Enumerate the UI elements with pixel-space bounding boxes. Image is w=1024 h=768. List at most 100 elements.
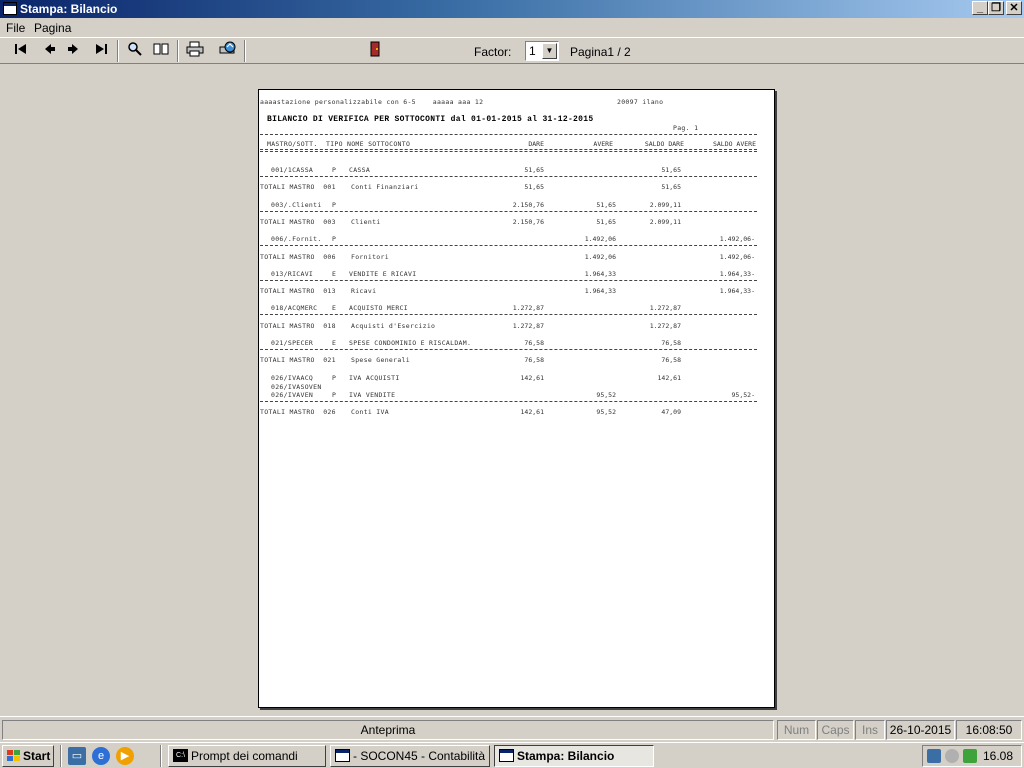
- row-saldo-avere: 95,52-: [731, 390, 755, 399]
- rule: [260, 314, 757, 316]
- row-type: P: [332, 200, 337, 209]
- internet-explorer-icon[interactable]: e: [92, 747, 110, 765]
- first-page-icon[interactable]: [10, 41, 32, 61]
- rule: [260, 400, 757, 402]
- toolbar-separator: [177, 40, 179, 62]
- task-prompt[interactable]: C:\ Prompt dei comandi: [168, 745, 326, 767]
- close-button[interactable]: ✕: [1006, 1, 1022, 15]
- row-code: TOTALI MASTRO 026: [260, 407, 336, 416]
- factor-value: 1: [529, 44, 536, 58]
- start-button[interactable]: Start: [2, 745, 54, 767]
- row-saldo-dare: 51,65: [661, 183, 681, 192]
- row-avere: 1.964,33: [584, 287, 616, 296]
- row-saldo-dare: 2.099,11: [649, 217, 681, 226]
- row-dare: 142,61: [520, 407, 544, 416]
- taskbar-separator: [60, 745, 62, 767]
- row-name: Conti Finanziari: [351, 183, 419, 192]
- report-header-company: aaaastazione personalizzabile con 6-5 aa…: [260, 98, 484, 106]
- media-player-icon[interactable]: ▶: [116, 747, 134, 765]
- task-label: Stampa: Bilancio: [517, 749, 615, 763]
- row-saldo-avere: 1.964,33-: [719, 287, 755, 296]
- row-saldo-dare: 142,61: [657, 373, 681, 382]
- row-dare: 142,61: [520, 373, 544, 382]
- page-indicator: Pagina1 / 2: [570, 45, 631, 59]
- network-icon[interactable]: [927, 749, 941, 763]
- row-avere: 1.964,33: [584, 269, 616, 278]
- rule: [260, 134, 757, 135]
- row-code: 026/IVAVEN: [271, 390, 314, 399]
- menu-bar: File Pagina: [0, 18, 1024, 37]
- minimize-button[interactable]: _: [972, 1, 988, 15]
- row-avere: 95,52: [596, 407, 616, 416]
- previous-page-icon[interactable]: [38, 41, 60, 61]
- title-bar: Stampa: Bilancio _ ❐ ✕: [0, 0, 1024, 18]
- row-type: E: [332, 304, 337, 313]
- row-code: TOTALI MASTRO 003: [260, 217, 336, 226]
- status-ins: Ins: [855, 720, 885, 740]
- row-name: SPESE CONDOMINIO E RISCALDAM.: [349, 339, 472, 347]
- chevron-down-icon[interactable]: ▼: [542, 43, 557, 59]
- row-dare: 51,65: [524, 166, 544, 174]
- task-socon45[interactable]: - SOCON45 - Contabilità ...: [330, 745, 490, 767]
- row-code: TOTALI MASTRO 021: [260, 356, 336, 365]
- status-caps: Caps: [817, 720, 854, 740]
- row-saldo-avere: 1.492,06-: [719, 235, 755, 244]
- last-page-icon[interactable]: [90, 41, 112, 61]
- col-header-name: NOME SOTTOCONTO: [347, 140, 411, 148]
- print-icon[interactable]: [184, 41, 206, 61]
- row-type: E: [332, 269, 337, 278]
- row-name: CASSA: [349, 166, 371, 174]
- menu-file[interactable]: File: [6, 21, 25, 35]
- row-name: IVA VENDITE: [349, 390, 396, 399]
- row-name: Ricavi: [351, 287, 377, 296]
- status-mode: Anteprima: [2, 720, 774, 740]
- restore-button[interactable]: ❐: [988, 1, 1004, 15]
- row-avere: 51,65: [596, 217, 616, 226]
- two-pages-icon[interactable]: [150, 41, 172, 61]
- row-code: TOTALI MASTRO 001: [260, 183, 336, 192]
- report-page: aaaastazione personalizzabile con 6-5 aa…: [258, 89, 775, 708]
- factor-label: Factor:: [474, 45, 512, 59]
- row-avere: 51,65: [596, 200, 616, 209]
- report-page-label: Pag. 1: [673, 124, 699, 132]
- status-time: 16:08:50: [956, 720, 1022, 740]
- status-date: 26-10-2015: [886, 720, 955, 740]
- app-window-icon: [3, 2, 17, 15]
- row-name: Conti IVA: [351, 407, 389, 416]
- row-saldo-avere: 1.964,33-: [719, 269, 755, 278]
- rule: [260, 245, 757, 247]
- factor-select[interactable]: 1 ▼: [525, 41, 559, 61]
- next-page-icon[interactable]: [63, 41, 85, 61]
- rule: [260, 210, 757, 212]
- system-tray: 16.08: [922, 745, 1022, 767]
- row-name: Fornitori: [351, 252, 389, 261]
- taskbar-separator: [160, 745, 162, 767]
- security-icon[interactable]: [963, 749, 977, 763]
- rule: [260, 176, 757, 177]
- zoom-icon[interactable]: [124, 41, 146, 61]
- col-header-saldo-avere: SALDO AVERE: [712, 140, 756, 148]
- row-saldo-dare: 76,58: [661, 356, 681, 365]
- row-code: TOTALI MASTRO 013: [260, 287, 336, 296]
- row-name: Acquisti d'Esercizio: [351, 321, 436, 330]
- row-name: Clienti: [351, 217, 381, 226]
- exit-door-icon[interactable]: [364, 41, 386, 61]
- windows-logo-icon: [7, 750, 20, 762]
- window-icon: [499, 749, 514, 762]
- row-dare: 76,58: [524, 339, 544, 347]
- row-dare: 76,58: [524, 356, 544, 365]
- row-type: P: [332, 166, 337, 174]
- settings-icon[interactable]: [945, 749, 959, 763]
- row-saldo-dare: 76,58: [661, 339, 681, 347]
- printer-setup-icon[interactable]: [217, 41, 239, 61]
- row-type: P: [332, 235, 337, 244]
- show-desktop-icon[interactable]: ▭: [68, 747, 86, 765]
- rule: [260, 279, 757, 281]
- start-label: Start: [23, 749, 51, 763]
- row-code: 001/1CASSA: [271, 166, 314, 174]
- row-code: 026/IVAACQ: [271, 373, 314, 382]
- menu-pagina[interactable]: Pagina: [34, 21, 71, 35]
- row-name: ACQUISTO MERCI: [349, 304, 408, 313]
- row-code: 003/.Clienti: [271, 200, 322, 209]
- task-stampa-bilancio[interactable]: Stampa: Bilancio: [494, 745, 654, 767]
